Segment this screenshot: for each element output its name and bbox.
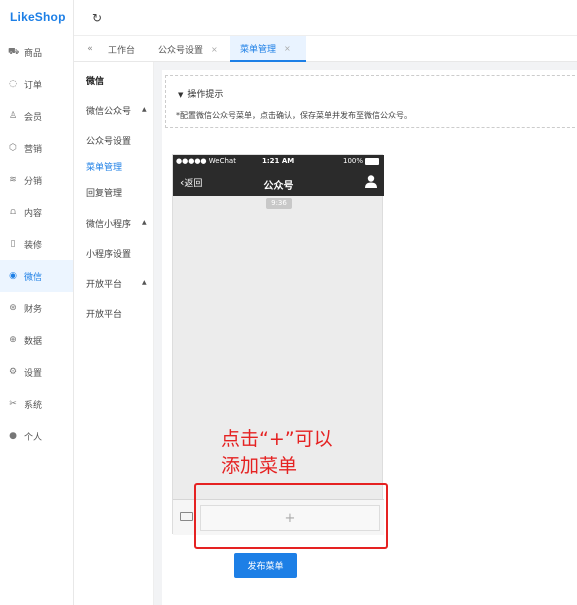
globe-icon: ⊕ [9, 335, 17, 345]
submenu-item-account-settings[interactable]: 公众号设置 [86, 134, 131, 147]
cube-icon: ⬡ [9, 143, 17, 153]
close-icon[interactable]: × [211, 45, 218, 54]
app: LikeShop ⛟ 商品 ◌ 订单 ♙ 会员 ⬡ 营销 ≋ 分销 ⩍ 内容 ▯ 装修 ◉ 微信… [0, 0, 577, 605]
sidebar-item-label: 微信 [24, 272, 43, 283]
submenu-group-open-platform[interactable]: 开放平台 [86, 277, 122, 290]
tab-label: 菜单管理 [240, 44, 277, 55]
keyboard-icon[interactable] [180, 512, 193, 521]
sidebar-item-system[interactable]: ✂ 系统 [0, 388, 73, 420]
publish-menu-button[interactable]: 发布菜单 [234, 553, 297, 578]
sidebar-item-label: 会员 [24, 112, 43, 123]
battery-text: 100% [343, 157, 364, 165]
cart-icon: ⛟ [8, 47, 20, 57]
carrier-text: ●●●●● WeChat [176, 157, 236, 165]
submenu-group-miniprogram[interactable]: 微信小程序 [86, 217, 131, 230]
operation-tip: ▼ 操作提示 *配置微信公众号菜单，点击确认，保存菜单并发布至微信公众号。 [165, 75, 577, 128]
submenu-item-open-platform[interactable]: 开放平台 [86, 307, 122, 320]
sidebar-item-label: 订单 [24, 80, 43, 91]
person-icon: ● [9, 431, 17, 441]
sidebar-item-label: 营销 [24, 144, 43, 155]
phone-icon: ▯ [10, 239, 16, 249]
sidebar-item-decoration[interactable]: ▯ 装修 [0, 228, 73, 260]
phone-nav-bar: ‹返回 公众号 [173, 168, 384, 196]
sidebar-item-label: 系统 [24, 400, 43, 411]
official-account-title: 公众号 [263, 181, 294, 192]
submenu-item-reply-management[interactable]: 回复管理 [86, 186, 122, 199]
book-icon: ⩍ [10, 207, 16, 217]
sidebar-item-marketing[interactable]: ⬡ 营销 [0, 132, 73, 164]
submenu: 微信 微信公众号 ▲ 公众号设置 菜单管理 回复管理 微信小程序 ▲ 小程序设置… [74, 62, 154, 605]
top-bar: ↻ [74, 0, 577, 36]
collapse-icon[interactable]: « [80, 36, 100, 62]
highlight-box [194, 483, 388, 549]
submenu-item-menu-management[interactable]: 菜单管理 [86, 160, 122, 173]
sidebar-item-finance[interactable]: ⊛ 财务 [0, 292, 73, 324]
sidebar-item-label: 分销 [24, 176, 43, 187]
money-icon: ⊛ [9, 303, 17, 313]
refresh-icon[interactable]: ↻ [92, 11, 102, 25]
user-icon: ♙ [8, 111, 18, 121]
user-icon[interactable] [364, 174, 378, 188]
tab-label: 公众号设置 [158, 45, 204, 56]
sidebar-item-settings[interactable]: ⚙ 设置 [0, 356, 73, 388]
annotation-text: 点击“+”可以 添加菜单 [221, 428, 333, 477]
tab-menu-management[interactable]: 菜单管理 × [230, 36, 306, 62]
layers-icon: ≋ [9, 175, 17, 185]
close-icon[interactable]: × [284, 44, 291, 53]
sidebar-item-distribution[interactable]: ≋ 分销 [0, 164, 73, 196]
sidebar-item-goods[interactable]: ⛟ 商品 [0, 36, 73, 68]
main-content: ▼ 操作提示 *配置微信公众号菜单，点击确认，保存菜单并发布至微信公众号。 ●●●… [154, 62, 577, 605]
sidebar-item-label: 内容 [24, 208, 43, 219]
sidebar-item-personal[interactable]: ● 个人 [0, 420, 73, 452]
sidebar-item-wechat[interactable]: ◉ 微信 [0, 260, 73, 292]
sidebar-item-label: 财务 [24, 304, 43, 315]
sidebar-item-content[interactable]: ⩍ 内容 [0, 196, 73, 228]
bell-icon: ◌ [9, 79, 17, 89]
tab-official-account-settings[interactable]: 公众号设置 × [148, 36, 228, 62]
chevron-up-icon[interactable]: ▲ [142, 106, 147, 113]
chevron-up-icon[interactable]: ▲ [142, 219, 147, 226]
sidebar-item-label: 装修 [24, 240, 43, 251]
tab-bar: « 工作台 公众号设置 × 菜单管理 × [74, 36, 577, 62]
logo: LikeShop [10, 10, 66, 24]
chevron-up-icon[interactable]: ▲ [142, 279, 147, 286]
submenu-item-miniprogram-settings[interactable]: 小程序设置 [86, 247, 131, 260]
sidebar-item-label: 设置 [24, 368, 43, 379]
sidebar-item-orders[interactable]: ◌ 订单 [0, 68, 73, 100]
sidebar-item-label: 个人 [24, 432, 43, 443]
phone-status-bar: ●●●●● WeChat 1:21 AM 100% [173, 155, 384, 168]
wechat-icon: ◉ [9, 271, 17, 281]
tip-description: *配置微信公众号菜单，点击确认，保存菜单并发布至微信公众号。 [176, 111, 412, 120]
battery-icon [365, 158, 379, 165]
phone-clock: 1:21 AM [262, 157, 295, 165]
submenu-title: 微信 [86, 77, 105, 87]
tab-workbench[interactable]: 工作台 [100, 36, 146, 62]
tools-icon: ✂ [9, 399, 17, 409]
tab-label: 工作台 [108, 45, 136, 56]
sidebar-item-label: 数据 [24, 336, 43, 347]
gear-icon: ⚙ [8, 367, 18, 377]
message-time: 9:36 [266, 198, 292, 209]
chevron-down-icon: ▼ [178, 91, 184, 99]
sidebar-item-label: 商品 [24, 48, 43, 59]
sidebar-item-members[interactable]: ♙ 会员 [0, 100, 73, 132]
tip-title[interactable]: ▼ 操作提示 [178, 87, 223, 100]
submenu-group-official[interactable]: 微信公众号 [86, 104, 131, 117]
sidebar: LikeShop ⛟ 商品 ◌ 订单 ♙ 会员 ⬡ 营销 ≋ 分销 ⩍ 内容 ▯ 装修 ◉ 微信… [0, 0, 74, 605]
sidebar-item-data[interactable]: ⊕ 数据 [0, 324, 73, 356]
